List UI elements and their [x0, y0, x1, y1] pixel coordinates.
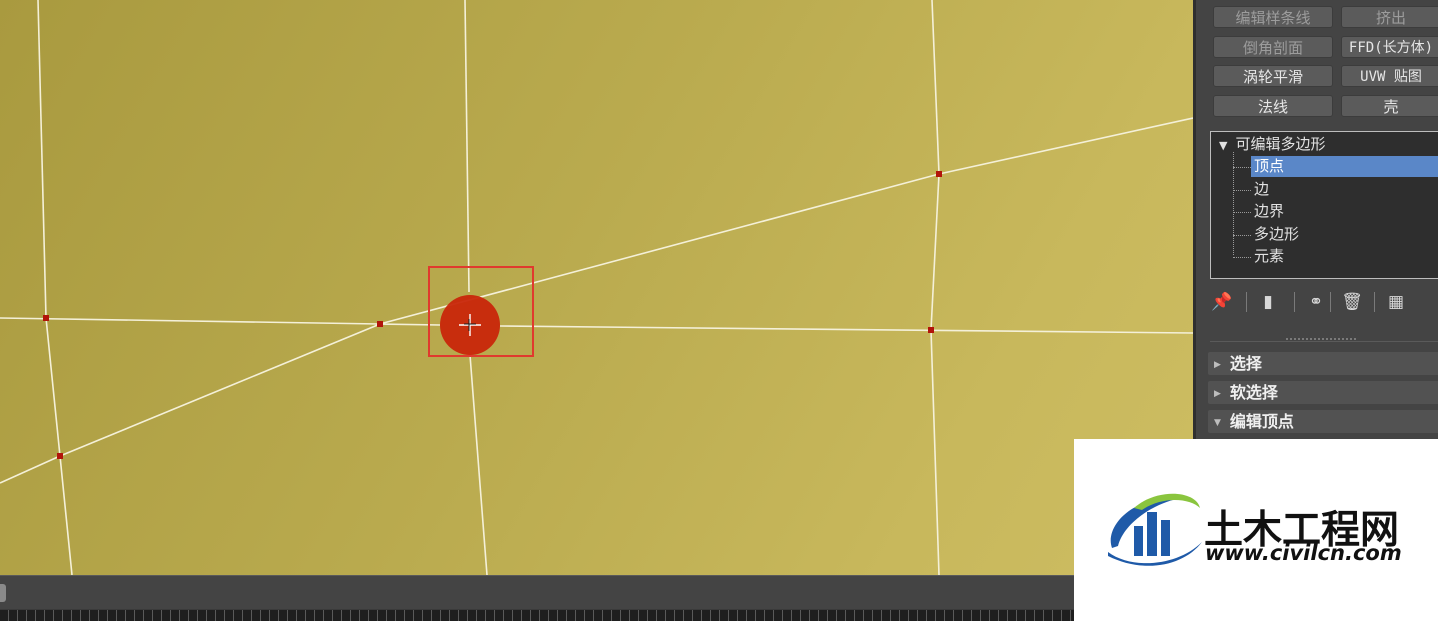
tree-connector: [1233, 212, 1251, 213]
time-slider-track[interactable]: [0, 575, 1193, 609]
mesh-vertex: [43, 315, 49, 321]
mesh-edge: [930, 173, 940, 331]
stack-subobject-item[interactable]: 边: [1251, 179, 1438, 200]
watermark-logo: 土木工程网 www.civilcn.com: [1074, 439, 1438, 621]
mesh-vertex: [57, 453, 63, 459]
stack-subobject-item[interactable]: 元素: [1251, 246, 1438, 267]
mesh-wireframe: [0, 0, 1193, 575]
modifier-stack[interactable]: ▼ 可编辑多边形 顶点边边界 多边形 元素: [1210, 131, 1438, 279]
remove-modifier-icon[interactable]: 🗑: [1340, 290, 1364, 314]
modifier-button[interactable]: 壳: [1341, 95, 1438, 117]
toolbar-separator: [1294, 292, 1295, 312]
mesh-edge: [464, 0, 470, 293]
mesh-vertex: [377, 321, 383, 327]
tree-connector: [1233, 234, 1251, 236]
rollout-collapsed-icon: ▶: [1214, 389, 1221, 399]
frame-ruler: [0, 610, 1193, 621]
toolbar-separator: [1246, 292, 1247, 312]
mesh-edge: [37, 0, 47, 319]
stack-subobject-item[interactable]: 边界: [1251, 201, 1438, 222]
mesh-edge: [499, 325, 1193, 334]
mesh-vertex: [928, 327, 934, 333]
modifier-button[interactable]: 法线: [1213, 95, 1333, 117]
toolbar-separator: [1330, 292, 1331, 312]
make-unique-icon[interactable]: ⚭: [1304, 290, 1328, 314]
modifier-button[interactable]: UVW 贴图: [1341, 65, 1438, 87]
civilcn-logo-icon: [1108, 493, 1202, 566]
panel-divider: [1210, 341, 1438, 342]
modifier-button[interactable]: FFD(长方体): [1341, 36, 1438, 58]
modifier-button[interactable]: 涡轮平滑: [1213, 65, 1333, 87]
tree-connector: [1233, 167, 1251, 168]
rollout-expanded-icon: ▼: [1214, 418, 1221, 428]
mesh-edge: [931, 0, 940, 175]
stack-root-label: 可编辑多边形: [1235, 135, 1326, 153]
modifier-button[interactable]: 编辑样条线: [1213, 6, 1333, 28]
stack-subobject-item[interactable]: 多边形: [1251, 224, 1438, 245]
modifier-button[interactable]: 挤出: [1341, 6, 1438, 28]
mesh-edge: [45, 317, 61, 457]
stack-toolbar: 📌 ▮ ⚭ 🗑 ▦: [1210, 290, 1438, 316]
mesh-vertex: [936, 171, 942, 177]
time-slider-knob[interactable]: [0, 584, 6, 602]
mesh-edge: [0, 455, 61, 484]
rollout-collapsed-icon: ▶: [1214, 360, 1221, 370]
stack-subobject-item[interactable]: 顶点: [1251, 156, 1438, 177]
mesh-edge: [930, 329, 940, 575]
rollout-title: 编辑顶点: [1229, 412, 1294, 431]
configure-modifier-sets-icon[interactable]: ▦: [1384, 290, 1408, 314]
collapse-triangle-icon[interactable]: ▼: [1219, 139, 1227, 152]
mesh-edge: [938, 117, 1193, 175]
tree-connector: [1233, 257, 1251, 258]
mesh-edge: [379, 323, 441, 326]
rollout-header[interactable]: ▶ 软选择: [1208, 381, 1438, 404]
tree-connector: [1233, 189, 1251, 191]
rollout-header[interactable]: ▼ 编辑顶点: [1208, 410, 1438, 433]
mesh-edge: [59, 323, 381, 457]
watermark-url: www.civilcn.com: [1205, 541, 1402, 565]
show-end-result-icon[interactable]: ▮: [1256, 290, 1280, 314]
mesh-edge: [469, 354, 488, 575]
mesh-edge: [59, 455, 73, 575]
time-slider[interactable]: [0, 575, 1193, 621]
mesh-edge: [0, 317, 381, 325]
modifier-button[interactable]: 倒角剖面: [1213, 36, 1333, 58]
rollout-header[interactable]: ▶ 选择: [1208, 352, 1438, 375]
panel-resize-grip[interactable]: [1286, 338, 1356, 340]
rollout-title: 选择: [1229, 354, 1262, 373]
viewport-perspective[interactable]: [0, 0, 1193, 575]
pin-stack-icon[interactable]: 📌: [1210, 290, 1234, 314]
stack-root-item[interactable]: ▼ 可编辑多边形: [1219, 134, 1325, 156]
toolbar-separator: [1374, 292, 1375, 312]
rollout-title: 软选择: [1229, 383, 1278, 402]
